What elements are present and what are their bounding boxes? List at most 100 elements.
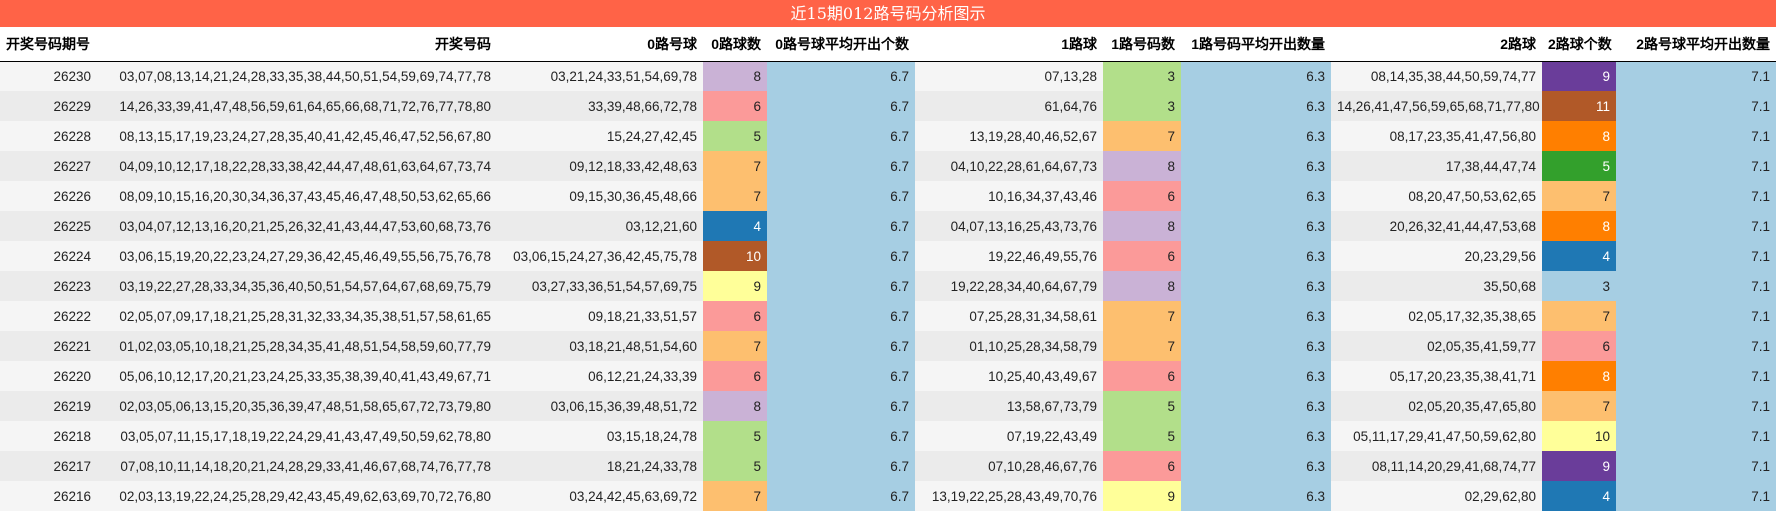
cell-period: 26228 [53,128,91,144]
table-row: 26223 03,19,22,27,28,33,34,35,36,40,50,51… [0,271,1776,301]
cell-r1-count: 5 [1103,391,1181,421]
table-row: 26227 04,09,10,12,17,18,22,28,33,38,42,44… [0,151,1776,181]
cell-numbers: 02,03,05,06,13,15,20,35,36,39,47,48,51,5… [119,398,491,414]
cell-r2-balls: 35,50,68 [1483,278,1536,294]
cell-r2-count: 9 [1542,61,1616,91]
cell-r0-avg: 6.7 [767,481,915,511]
cell-r0-balls: 03,21,24,33,51,54,69,78 [550,68,697,84]
cell-r0-avg: 6.7 [767,301,915,331]
header-r0-count: 0路球数 [711,35,761,52]
cell-r2-count: 4 [1542,481,1616,511]
cell-r1-avg: 6.3 [1181,151,1331,181]
cell-r2-avg: 7.1 [1616,481,1776,511]
cell-r0-count: 9 [703,271,767,301]
cell-r0-balls: 09,12,18,33,42,48,63 [569,158,697,174]
cell-r0-avg: 6.7 [767,331,915,361]
cell-r2-balls: 08,20,47,50,53,62,65 [1408,188,1536,204]
cell-r0-avg: 6.7 [767,211,915,241]
cell-r2-balls: 20,23,29,56 [1464,248,1536,264]
header-r0-balls: 0路号球 [647,35,697,52]
cell-r2-balls: 14,26,41,47,56,59,65,68,71,77,80 [1337,98,1540,114]
cell-r0-balls: 15,24,27,42,45 [606,128,697,144]
cell-r1-count: 7 [1103,331,1181,361]
table-row: 26229 14,26,33,39,41,47,48,56,59,61,64,65… [0,91,1776,121]
cell-r1-balls: 07,13,28 [1044,68,1097,84]
cell-r2-avg: 7.1 [1616,451,1776,481]
cell-r1-balls: 61,64,76 [1044,98,1097,114]
header-r2-avg: 2路号球平均开出数量 [1636,35,1770,52]
cell-r0-count: 6 [703,361,767,391]
cell-r0-balls: 03,06,15,36,39,48,51,72 [550,398,697,414]
cell-period: 26227 [53,158,91,174]
cell-r2-count: 9 [1542,451,1616,481]
header-numbers: 开奖号码 [435,35,491,52]
cell-r0-count: 6 [703,301,767,331]
cell-r1-avg: 6.3 [1181,241,1331,271]
table-row: 26216 02,03,13,19,22,24,25,28,29,42,43,45… [0,481,1776,511]
cell-period: 26224 [53,248,91,264]
cell-numbers: 08,13,15,17,19,23,24,27,28,35,40,41,42,4… [119,128,491,144]
cell-r0-avg: 6.7 [767,61,915,91]
cell-r0-balls: 33,39,48,66,72,78 [588,98,697,114]
cell-r1-avg: 6.3 [1181,421,1331,451]
cell-r2-avg: 7.1 [1616,361,1776,391]
cell-r2-count: 5 [1542,151,1616,181]
cell-r1-balls: 19,22,46,49,55,76 [988,248,1097,264]
cell-r1-avg: 6.3 [1181,91,1331,121]
cell-r2-balls: 17,38,44,47,74 [1445,158,1536,174]
cell-r0-avg: 6.7 [767,451,915,481]
cell-r2-balls: 02,05,17,32,35,38,65 [1408,308,1536,324]
cell-numbers: 05,06,10,12,17,20,21,23,24,25,33,35,38,3… [119,368,491,384]
cell-r2-count: 7 [1542,181,1616,211]
cell-r1-count: 9 [1103,481,1181,511]
cell-r0-avg: 6.7 [767,121,915,151]
cell-r0-count: 4 [703,211,767,241]
header-r1-balls: 1路球 [1061,35,1097,52]
cell-r0-balls: 09,15,30,36,45,48,66 [569,188,697,204]
header-period: 开奖号码期号 [6,35,90,52]
cell-r1-avg: 6.3 [1181,451,1331,481]
cell-numbers: 03,04,07,12,13,16,20,21,25,26,32,41,43,4… [119,218,491,234]
cell-r0-balls: 03,24,42,45,63,69,72 [569,488,697,504]
cell-numbers: 14,26,33,39,41,47,48,56,59,61,64,65,66,6… [119,98,491,114]
cell-r0-avg: 6.7 [767,361,915,391]
cell-r1-count: 6 [1103,241,1181,271]
cell-r1-avg: 6.3 [1181,301,1331,331]
cell-r2-avg: 7.1 [1616,271,1776,301]
cell-r0-balls: 03,12,21,60 [625,218,697,234]
cell-r0-count: 7 [703,151,767,181]
table-row: 26230 03,07,08,13,14,21,24,28,33,35,38,44… [0,61,1776,91]
table-title: 近15期012路号码分析图示 [0,0,1776,27]
cell-r2-avg: 7.1 [1616,121,1776,151]
cell-r1-avg: 6.3 [1181,271,1331,301]
cell-r1-balls: 10,25,40,43,49,67 [988,368,1097,384]
cell-r2-balls: 02,05,20,35,47,65,80 [1408,398,1536,414]
cell-r2-count: 6 [1542,331,1616,361]
cell-r0-count: 8 [703,61,767,91]
cell-r1-count: 3 [1103,91,1181,121]
cell-r0-avg: 6.7 [767,271,915,301]
cell-r0-avg: 6.7 [767,241,915,271]
cell-r1-count: 5 [1103,421,1181,451]
cell-r1-avg: 6.3 [1181,391,1331,421]
cell-r1-count: 7 [1103,301,1181,331]
cell-r1-balls: 07,25,28,31,34,58,61 [969,308,1097,324]
cell-r2-balls: 02,05,35,41,59,77 [1427,338,1536,354]
cell-r2-count: 7 [1542,301,1616,331]
cell-r2-avg: 7.1 [1616,151,1776,181]
cell-r2-avg: 7.1 [1616,421,1776,451]
cell-period: 26217 [53,458,91,474]
cell-r2-avg: 7.1 [1616,391,1776,421]
cell-r1-count: 7 [1103,121,1181,151]
cell-r2-balls: 05,17,20,23,35,38,41,71 [1389,368,1536,384]
cell-period: 26226 [53,188,91,204]
cell-r2-avg: 7.1 [1616,181,1776,211]
cell-r0-avg: 6.7 [767,91,915,121]
cell-period: 26222 [53,308,91,324]
header-r1-count: 1路号码数 [1111,35,1175,52]
cell-r2-avg: 7.1 [1616,91,1776,121]
cell-r0-count: 8 [703,391,767,421]
cell-r2-balls: 05,11,17,29,41,47,50,59,62,80 [1353,428,1536,444]
cell-r1-balls: 13,19,28,40,46,52,67 [969,128,1097,144]
cell-period: 26221 [53,338,91,354]
